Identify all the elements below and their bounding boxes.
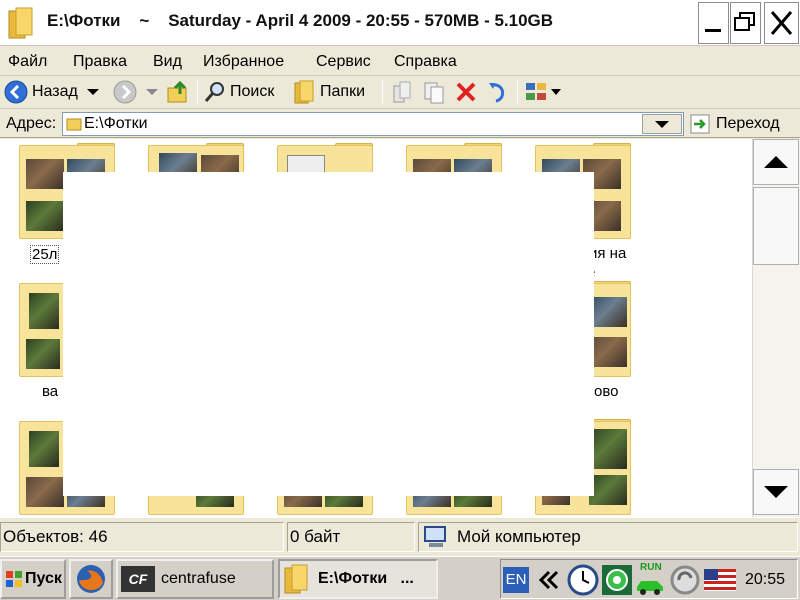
us-flag-icon[interactable] [704,569,736,591]
back-arrow-icon [4,80,28,104]
copy-to-button[interactable] [422,78,446,106]
forward-button[interactable] [113,78,159,106]
menu-view[interactable]: Вид [153,53,182,71]
taskbar-centrafuse[interactable]: CF centrafuse [116,559,274,599]
scroll-up-button[interactable] [753,139,799,185]
folders-button[interactable]: Папки [294,78,365,106]
blank-overlay [63,172,594,496]
close-button[interactable] [764,2,799,44]
up-folder-icon [167,80,187,103]
menu-edit[interactable]: Правка [73,53,127,71]
move-to-icon [393,81,411,103]
chevron-down-icon [551,89,561,95]
car-icon [637,581,663,595]
delete-button[interactable] [454,78,478,106]
chevron-down-icon [86,89,99,95]
start-button[interactable]: Пуск [0,559,66,599]
move-to-button[interactable] [390,78,414,106]
green-circle-tray-icon[interactable] [601,564,633,596]
menu-bar: Файл Правка Вид Избранное Сервис Справка [0,48,800,76]
chevron-down-icon [655,121,669,128]
folder-icon [8,7,33,39]
run-car-tray-icon[interactable]: RUN [635,562,665,596]
folder-label: ово [594,383,619,400]
address-label: Адрес: [6,115,57,132]
folder-label: ва [42,383,59,400]
taskbar-explorer-window[interactable]: E:\Фотки ... [278,559,438,599]
window-title: E:\Фотки ~ Saturday - April 4 2009 - 20:… [47,11,554,30]
sync-tray-icon[interactable] [669,564,701,596]
show-hidden-icons-button[interactable] [537,570,561,590]
restore-icon [734,12,755,31]
clock-tray-icon[interactable] [567,564,599,596]
views-icon [526,83,546,100]
back-label: Назад [32,83,78,100]
folder-label: 25л [30,245,60,264]
scroll-thumb[interactable] [753,187,799,265]
minimize-button[interactable] [698,2,729,44]
copy-to-icon [424,82,444,104]
search-icon [204,82,224,102]
scroll-down-button[interactable] [753,469,799,515]
undo-button[interactable] [486,78,510,106]
address-value: E:\Фотки [84,115,148,132]
folder-label: ия на [589,245,627,262]
folder-icon [66,118,82,131]
menu-file[interactable]: Файл [8,53,47,71]
back-button[interactable]: Назад [4,78,100,106]
undo-icon [489,83,505,103]
close-icon [770,11,793,35]
language-indicator[interactable]: EN [503,567,529,593]
status-bar: Объектов: 46 0 байт Мой компьютер [0,517,800,555]
maximize-button[interactable] [730,2,761,44]
status-object-count: Объектов: 46 [0,522,284,552]
start-label: Пуск [25,570,62,587]
menu-favorites[interactable]: Избранное [203,53,284,71]
my-computer-icon [424,526,446,547]
system-tray: EN RUN 20:55 [500,559,798,599]
search-label: Поиск [230,83,275,100]
firefox-icon [77,565,105,593]
folder-view: 25л ия на е ва ово [0,139,752,517]
run-label: RUN [640,562,662,573]
address-dropdown-button[interactable] [642,114,682,134]
folder-icon [284,564,308,594]
go-button[interactable]: Переход [690,112,796,136]
search-button[interactable]: Поиск [204,78,274,106]
menu-help[interactable]: Справка [394,53,457,71]
arrow-down-icon [764,486,788,498]
folders-label: Папки [320,83,365,100]
taskbar: Пуск CF centrafuse E:\Фотки ... EN RUN 2… [0,556,800,600]
toolbar: Назад Поиск Папки [0,76,800,109]
chevron-down-icon [146,89,158,95]
folders-icon [294,80,314,104]
go-label: Переход [716,115,780,132]
status-location: Мой компьютер [418,522,798,552]
centrafuse-icon: CF [121,566,155,592]
explorer-task-label: E:\Фотки ... [318,570,414,587]
views-button[interactable] [524,78,562,106]
menu-tools[interactable]: Сервис [316,53,371,71]
status-size: 0 байт [287,522,415,552]
centrafuse-label: centrafuse [161,570,236,587]
status-location-label: Мой компьютер [457,527,581,546]
address-input[interactable]: E:\Фотки [62,112,684,136]
windows-logo-icon [6,571,22,587]
title-bar: E:\Фотки ~ Saturday - April 4 2009 - 20:… [0,0,800,46]
delete-icon [456,82,476,102]
forward-arrow-icon [113,80,137,104]
arrow-up-icon [764,156,788,168]
address-bar: Адрес: E:\Фотки Переход [0,110,800,138]
go-arrow-icon [690,114,710,134]
vertical-scrollbar[interactable] [752,139,800,517]
minimize-icon [705,29,721,32]
clock[interactable]: 20:55 [745,571,785,589]
firefox-quicklaunch[interactable] [69,559,113,599]
up-folder-button[interactable] [166,78,190,106]
